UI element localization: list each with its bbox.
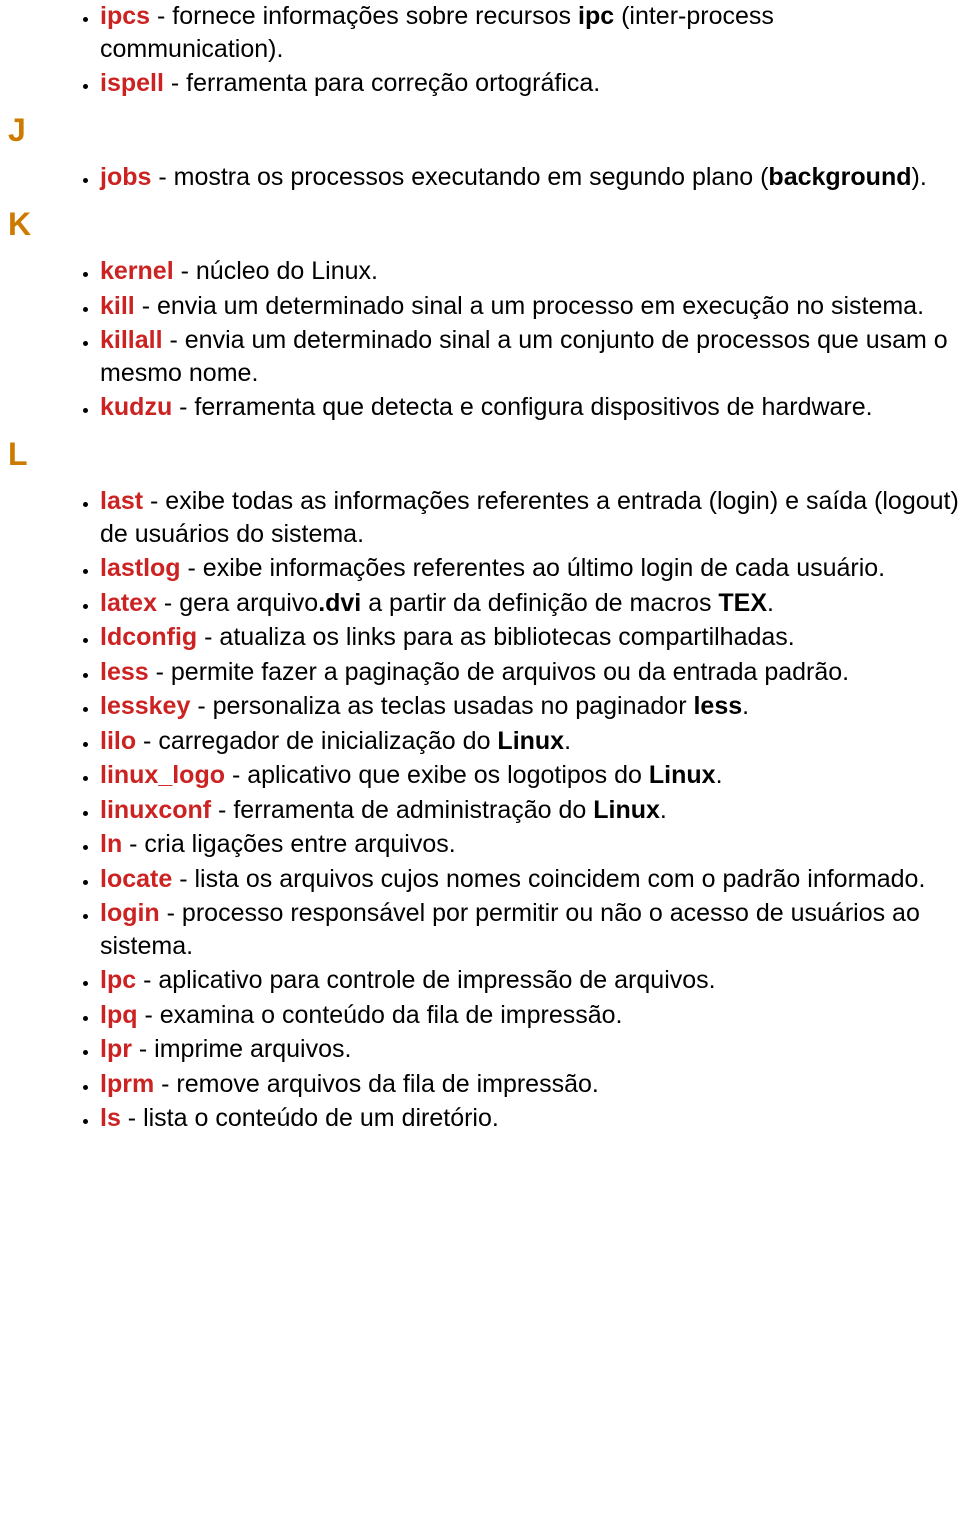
list-item: lilo - carregador de inicialização do Li… bbox=[100, 725, 960, 758]
term: lilo bbox=[100, 727, 136, 755]
term: kernel bbox=[100, 257, 174, 285]
list-item: linuxconf - ferramenta de administração … bbox=[100, 794, 960, 827]
list-item: lpq - examina o conteúdo da fila de impr… bbox=[100, 999, 960, 1032]
section-heading-j: J bbox=[8, 110, 960, 152]
term: linux_logo bbox=[100, 761, 225, 789]
term: lastlog bbox=[100, 554, 181, 582]
list-item: lpr - imprime arquivos. bbox=[100, 1033, 960, 1066]
term: last bbox=[100, 487, 143, 515]
bold-text: Linux bbox=[593, 796, 660, 824]
list-item: ls - lista o conteúdo de um diretório. bbox=[100, 1102, 960, 1135]
bold-text: ipc bbox=[578, 2, 614, 30]
term: ipcs bbox=[100, 2, 150, 30]
bold-text: background bbox=[768, 163, 911, 191]
bold-text: TEX bbox=[718, 589, 767, 617]
list-item: lprm - remove arquivos da fila de impres… bbox=[100, 1068, 960, 1101]
bold-text: less bbox=[693, 692, 742, 720]
list-item: ln - cria ligações entre arquivos. bbox=[100, 828, 960, 861]
list-j: jobs - mostra os processos executando em… bbox=[0, 161, 960, 194]
term: lesskey bbox=[100, 692, 190, 720]
list-l: last - exibe todas as informações refere… bbox=[0, 485, 960, 1135]
list-item: lesskey - personaliza as teclas usadas n… bbox=[100, 690, 960, 723]
list-item: ldconfig - atualiza os links para as bib… bbox=[100, 621, 960, 654]
list-item: lastlog - exibe informações referentes a… bbox=[100, 552, 960, 585]
list-item: login - processo responsável por permiti… bbox=[100, 897, 960, 962]
list-item: kill - envia um determinado sinal a um p… bbox=[100, 290, 960, 323]
list-item: lpc - aplicativo para controle de impres… bbox=[100, 964, 960, 997]
term: ln bbox=[100, 830, 122, 858]
bold-text: Linux bbox=[497, 727, 564, 755]
list-item: kudzu - ferramenta que detecta e configu… bbox=[100, 391, 960, 424]
list-item: ipcs - fornece informações sobre recurso… bbox=[100, 0, 960, 65]
term: lprm bbox=[100, 1070, 154, 1098]
term: kudzu bbox=[100, 393, 172, 421]
term: linuxconf bbox=[100, 796, 211, 824]
term: less bbox=[100, 658, 149, 686]
term: lpq bbox=[100, 1001, 138, 1029]
term: ispell bbox=[100, 69, 164, 97]
list-i-continued: ipcs - fornece informações sobre recurso… bbox=[0, 0, 960, 100]
term: latex bbox=[100, 589, 157, 617]
term: lpr bbox=[100, 1035, 132, 1063]
list-item: latex - gera arquivo.dvi a partir da def… bbox=[100, 587, 960, 620]
list-k: kernel - núcleo do Linux.kill - envia um… bbox=[0, 255, 960, 424]
bold-text: .dvi bbox=[318, 589, 361, 617]
list-item: ispell - ferramenta para correção ortogr… bbox=[100, 67, 960, 100]
list-item: linux_logo - aplicativo que exibe os log… bbox=[100, 759, 960, 792]
bold-text: Linux bbox=[649, 761, 716, 789]
term: login bbox=[100, 899, 160, 927]
term: jobs bbox=[100, 163, 151, 191]
list-item: less - permite fazer a paginação de arqu… bbox=[100, 656, 960, 689]
term: killall bbox=[100, 326, 163, 354]
term: locate bbox=[100, 865, 172, 893]
list-item: kernel - núcleo do Linux. bbox=[100, 255, 960, 288]
term: kill bbox=[100, 292, 135, 320]
term: ldconfig bbox=[100, 623, 197, 651]
term: lpc bbox=[100, 966, 136, 994]
list-item: last - exibe todas as informações refere… bbox=[100, 485, 960, 550]
section-heading-k: K bbox=[8, 204, 960, 246]
list-item: locate - lista os arquivos cujos nomes c… bbox=[100, 863, 960, 896]
term: ls bbox=[100, 1104, 121, 1132]
list-item: killall - envia um determinado sinal a u… bbox=[100, 324, 960, 389]
section-heading-l: L bbox=[8, 434, 960, 476]
list-item: jobs - mostra os processos executando em… bbox=[100, 161, 960, 194]
